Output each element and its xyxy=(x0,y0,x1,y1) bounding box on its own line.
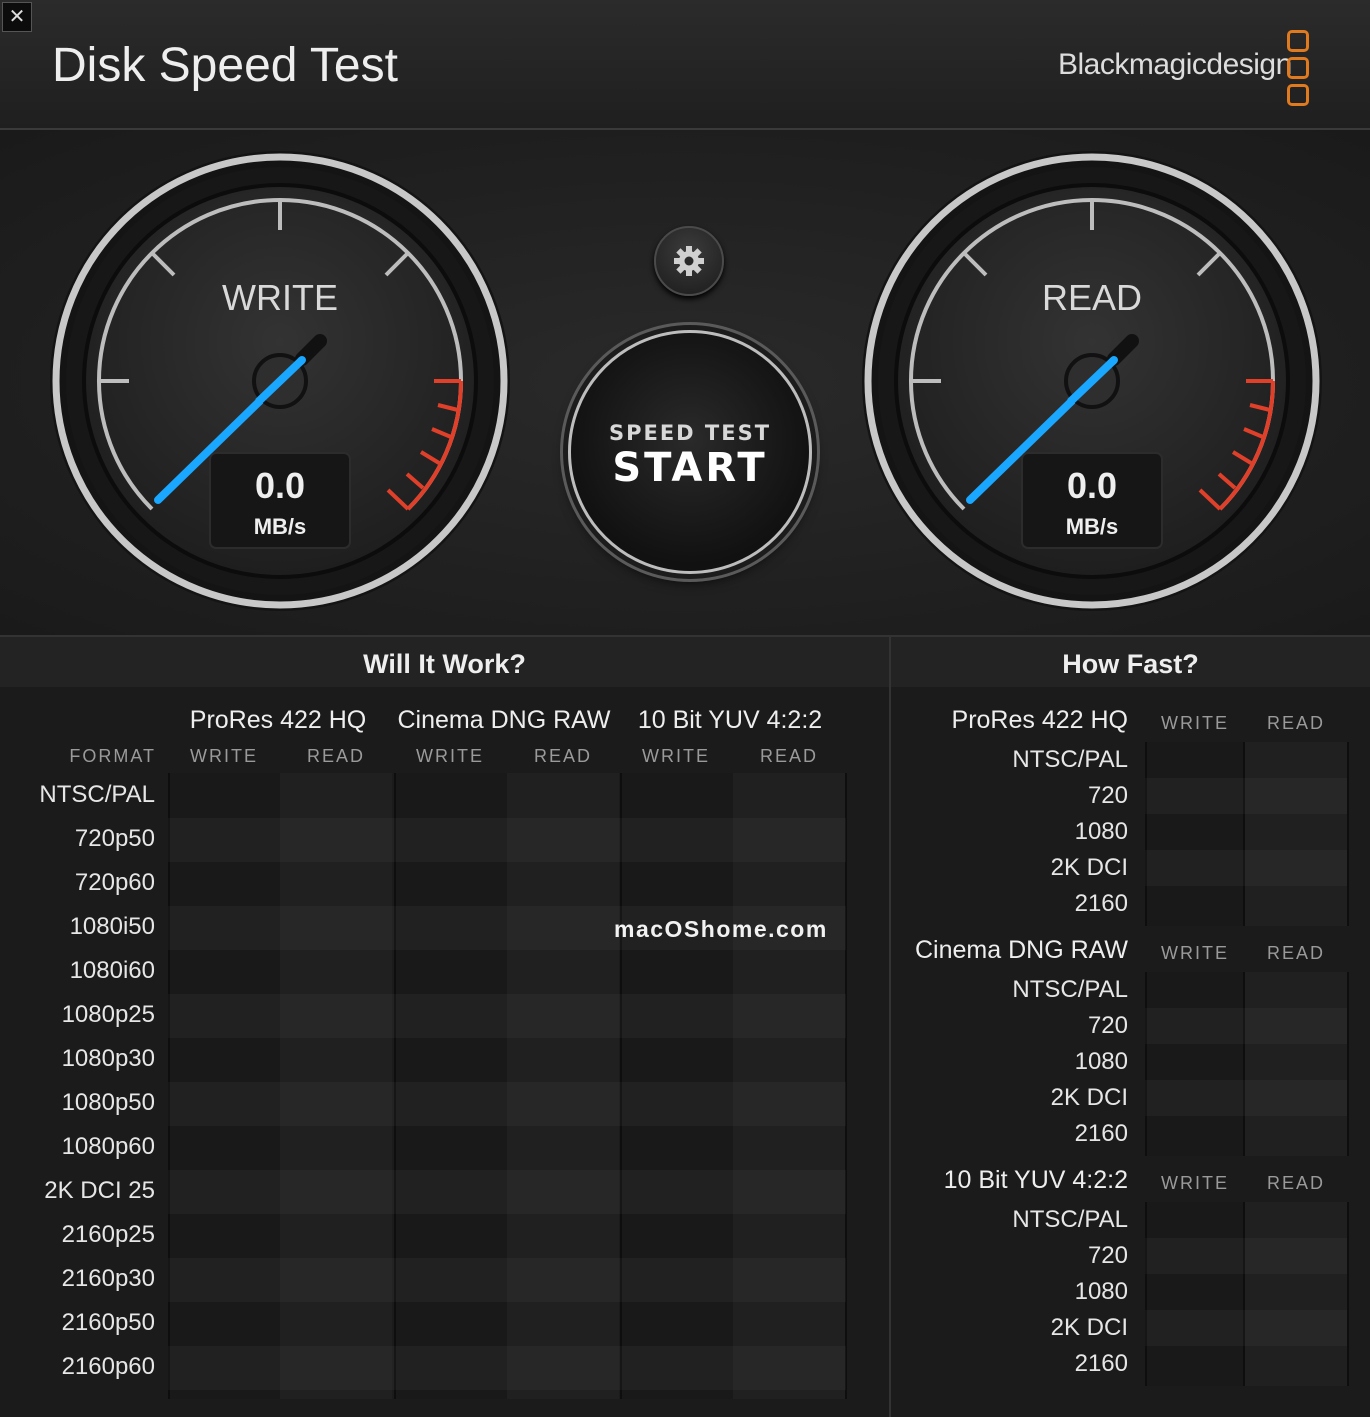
format-row-label: 1080i60 xyxy=(69,957,155,984)
format-row-label: 720p50 xyxy=(74,825,155,852)
panel-divider xyxy=(889,637,891,1417)
speed-group-header: 10 Bit YUV 4:2:2 xyxy=(943,1166,1128,1194)
format-column-header: FORMAT xyxy=(69,746,156,766)
grid-row-stripe xyxy=(168,1170,846,1214)
resolution-row-label: 720 xyxy=(1087,1012,1128,1039)
resolution-row-label: 2K DCI xyxy=(1050,1084,1128,1111)
speed-group-header: Cinema DNG RAW xyxy=(915,936,1128,964)
close-button[interactable]: ✕ xyxy=(2,2,32,32)
will-it-work-title: Will It Work? xyxy=(0,637,889,687)
format-row-label: 2160p50 xyxy=(61,1309,155,1336)
write-unit: MB/s xyxy=(254,514,307,539)
format-row-label: 1080p25 xyxy=(61,1001,155,1028)
grid-column xyxy=(1243,1202,1349,1386)
grid-row-stripe xyxy=(1145,1008,1347,1044)
format-row-label: 1080p60 xyxy=(61,1133,155,1160)
how-fast-title: How Fast? xyxy=(891,637,1370,687)
format-row-label: 2K DCI 25 xyxy=(44,1177,155,1204)
resolution-row-label: 720 xyxy=(1087,782,1128,809)
resolution-row-label: 2160 xyxy=(1074,890,1128,917)
write-gauge: WRITE 0.0 MB/s xyxy=(50,151,510,611)
grid-row-stripe xyxy=(168,994,846,1038)
resolution-row-label: 2160 xyxy=(1074,1120,1128,1147)
speed-group-header: ProRes 422 HQ xyxy=(951,706,1128,734)
grid-row-stripe xyxy=(1145,778,1347,814)
gear-icon xyxy=(674,246,704,276)
resolution-row-label: 2160 xyxy=(1074,1350,1128,1377)
read-unit: MB/s xyxy=(1066,514,1119,539)
resolution-row-label: 720 xyxy=(1087,1242,1128,1269)
format-row-label: 1080p50 xyxy=(61,1089,155,1116)
settings-button[interactable] xyxy=(654,226,724,296)
resolution-row-label: NTSC/PAL xyxy=(1012,746,1128,773)
title-bar: ✕ Disk Speed Test Blackmagicdesign xyxy=(0,0,1370,130)
read-column-header: READ xyxy=(759,746,818,766)
format-row-label: 1080i50 xyxy=(69,913,155,940)
resolution-row-label: 2K DCI xyxy=(1050,1314,1128,1341)
app-title: Disk Speed Test xyxy=(52,39,398,92)
start-button[interactable]: SPEED TEST START xyxy=(568,330,812,574)
write-value: 0.0 xyxy=(255,465,305,506)
write-column-header: WRITE xyxy=(190,746,258,766)
grid-row-stripe xyxy=(1145,1238,1347,1274)
grid-row-stripe xyxy=(1145,850,1347,886)
resolution-row-label: 1080 xyxy=(1074,1278,1128,1305)
read-gauge: READ 0.0 MB/s xyxy=(862,151,1322,611)
grid-row-stripe xyxy=(168,1082,846,1126)
grid-row-stripe xyxy=(168,1258,846,1302)
start-button-caption: SPEED TEST xyxy=(608,421,772,445)
grid-row-stripe xyxy=(1145,1310,1347,1346)
format-row-label: 1080p30 xyxy=(61,1045,155,1072)
grid-column xyxy=(1243,972,1349,1156)
grid-row-stripe xyxy=(168,1346,846,1390)
write-column-header: WRITE xyxy=(416,746,484,766)
watermark: macOShome.com xyxy=(614,916,828,942)
format-group-header: 10 Bit YUV 4:2:2 xyxy=(637,706,823,734)
read-column-header: READ xyxy=(1266,943,1325,963)
grid-column xyxy=(1243,742,1349,926)
resolution-row-label: 1080 xyxy=(1074,1048,1128,1075)
resolution-row-label: 1080 xyxy=(1074,818,1128,845)
format-row-label: 720p60 xyxy=(74,869,155,896)
format-row-label: NTSC/PAL xyxy=(39,781,155,808)
grid-row-stripe xyxy=(1145,1080,1347,1116)
brand-name: Blackmagicdesign xyxy=(1058,48,1292,81)
write-column-header: WRITE xyxy=(1161,1173,1229,1193)
write-label: WRITE xyxy=(222,277,338,318)
read-column-header: READ xyxy=(1266,713,1325,733)
grid-column xyxy=(1145,972,1245,1156)
read-column-header: READ xyxy=(1266,1173,1325,1193)
resolution-row-label: 2K DCI xyxy=(1050,854,1128,881)
start-button-label: START xyxy=(612,445,768,491)
resolution-row-label: NTSC/PAL xyxy=(1012,1206,1128,1233)
read-column-header: READ xyxy=(306,746,365,766)
write-column-header: WRITE xyxy=(1161,713,1229,733)
grid-column xyxy=(1145,742,1245,926)
format-row-label: 2160p30 xyxy=(61,1265,155,1292)
format-row-label: 2160p25 xyxy=(61,1221,155,1248)
read-label: READ xyxy=(1042,277,1142,318)
resolution-row-label: NTSC/PAL xyxy=(1012,976,1128,1003)
read-column-header: READ xyxy=(533,746,592,766)
read-value: 0.0 xyxy=(1067,465,1117,506)
write-column-header: WRITE xyxy=(1161,943,1229,963)
grid-row-stripe xyxy=(168,818,846,862)
write-column-header: WRITE xyxy=(642,746,710,766)
format-row-label: 2160p60 xyxy=(61,1353,155,1380)
grid-column xyxy=(1145,1202,1245,1386)
brand-logo-icon xyxy=(1287,30,1311,106)
